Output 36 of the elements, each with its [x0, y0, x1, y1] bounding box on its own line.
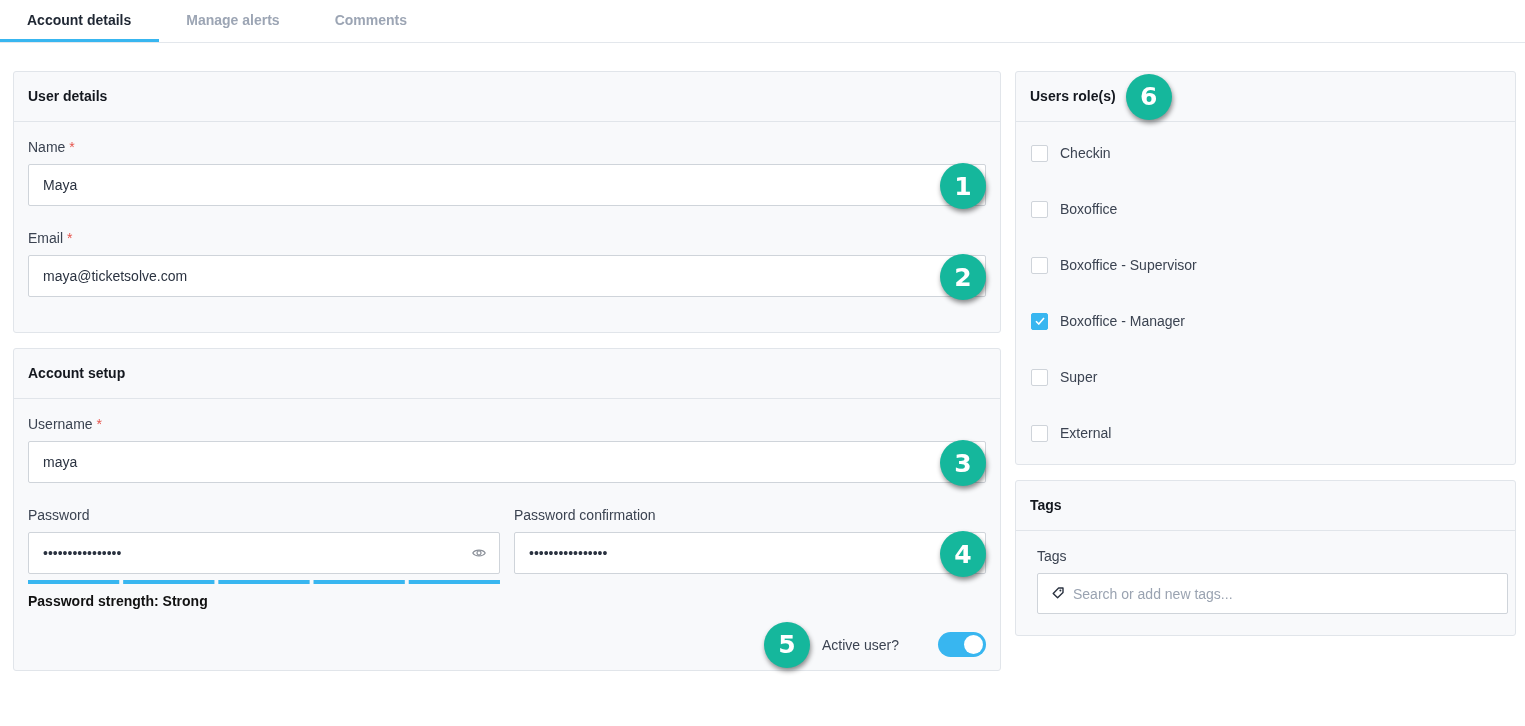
role-label[interactable]: External	[1060, 425, 1112, 441]
tab[interactable]: Account details	[0, 0, 160, 42]
field-label: Name	[28, 139, 66, 156]
field-label: Password confirmation	[514, 507, 656, 524]
password-field[interactable]: ••••••••••••••••	[28, 532, 500, 574]
active-user-toggle[interactable]	[938, 632, 986, 657]
card-title: Users role(s)	[1030, 88, 1116, 105]
role-checkbox[interactable]	[1031, 144, 1048, 162]
password-strength-text: Password strength: Strong	[28, 593, 209, 610]
step-callout: 5	[763, 621, 810, 668]
required-mark: *	[96, 416, 103, 433]
required-mark: *	[69, 139, 75, 156]
toggle-label: Active user?	[821, 636, 899, 653]
field-label: Tags	[1037, 548, 1067, 565]
eye-icon[interactable]	[472, 548, 486, 558]
card-title: User details	[28, 88, 108, 105]
role-label[interactable]: Checkin	[1060, 145, 1111, 161]
role-checkbox[interactable]	[1031, 256, 1048, 274]
role-checkbox[interactable]	[1031, 200, 1048, 218]
field-label: Password	[28, 507, 90, 524]
role-checkbox[interactable]	[1031, 368, 1048, 386]
field-label: Username	[28, 416, 93, 433]
role-label[interactable]: Boxoffice	[1060, 201, 1118, 217]
field-label: Email	[28, 230, 63, 247]
required-mark: *	[67, 230, 73, 247]
check-icon	[1034, 317, 1045, 325]
tag-icon	[1052, 587, 1064, 599]
card-title: Tags	[1030, 497, 1062, 514]
role-checkbox[interactable]	[1031, 424, 1048, 442]
card-title: Account setup	[28, 365, 126, 382]
tags-field[interactable]: Search or add new tags...	[1037, 573, 1508, 614]
step-callout: 6	[1125, 73, 1172, 120]
role-checkbox[interactable]	[1031, 312, 1048, 330]
role-label[interactable]: Boxoffice - Manager	[1060, 313, 1186, 329]
role-label[interactable]: Super	[1060, 369, 1098, 385]
role-label[interactable]: Boxoffice - Supervisor	[1060, 257, 1197, 273]
